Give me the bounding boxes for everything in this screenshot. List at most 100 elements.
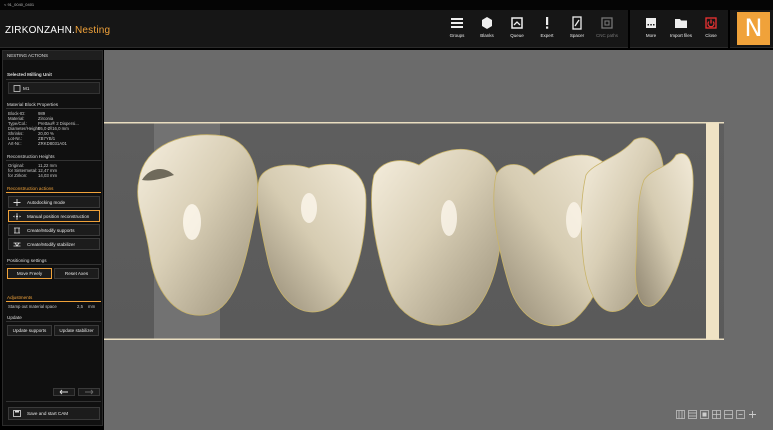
manual-position-label: Manual position reconstruction: [27, 214, 90, 219]
import-files-button[interactable]: Import files: [666, 14, 696, 46]
window-titlebar: < 91_0040_0401: [0, 0, 773, 10]
cnc-paths-label: CNC paths: [595, 33, 618, 38]
more-button[interactable]: More: [636, 14, 666, 46]
undo-icon: [59, 389, 68, 395]
brand-main: ZIRKONZAHN.: [5, 25, 75, 36]
cnc-paths-button[interactable]: CNC paths: [592, 14, 622, 46]
divider: [6, 160, 101, 161]
crown-highlight: [566, 202, 582, 238]
divider: [6, 108, 101, 109]
height-row: for Zirkon: 14,03 mm: [8, 173, 58, 178]
crown-highlight: [183, 204, 201, 240]
reset-axes-button[interactable]: Reset Axes: [54, 268, 99, 279]
expert-label: Expert: [540, 33, 554, 38]
cnc-paths-icon: [601, 17, 613, 29]
window-title: < 91_0040_0401: [4, 2, 35, 7]
crown-highlight: [441, 200, 457, 236]
groups-label: Groups: [449, 33, 465, 38]
queue-button[interactable]: Queue: [502, 14, 532, 46]
toolbar-divider: [628, 10, 630, 48]
crown-highlight: [301, 193, 317, 223]
panel-header: NESTING ACTIONS: [3, 51, 102, 60]
milling-unit-value: M1: [23, 86, 30, 91]
recon-actions-title: Reconstruction actions: [7, 186, 54, 191]
spacer-label: Spacer: [569, 33, 585, 38]
groups-button[interactable]: Groups: [442, 14, 472, 46]
stamp-out-label: Stamp out material space: [8, 304, 57, 309]
more-label: More: [645, 33, 657, 38]
nesting-logo-tile: N: [737, 12, 770, 45]
stabilizer-label: Create/Modify stabilizer: [27, 242, 75, 247]
undo-button[interactable]: [53, 388, 75, 396]
zoom-out-icon[interactable]: [736, 410, 745, 419]
list-icon: [451, 18, 463, 28]
update-supports-button[interactable]: Update supports: [7, 325, 52, 336]
material-row: Art-Nr.: ZRKD8031A01: [8, 141, 67, 146]
queue-label: Queue: [510, 33, 524, 38]
blanks-button[interactable]: Blanks: [472, 14, 502, 46]
redo-icon: [85, 389, 94, 395]
close-button[interactable]: Close: [696, 14, 726, 46]
view-grid-icon[interactable]: [712, 410, 721, 419]
blank-disc-icon: [482, 17, 492, 29]
divider: [6, 192, 101, 193]
move-icon: [13, 213, 21, 220]
autodocking-button[interactable]: Autodocking mode: [8, 196, 100, 208]
update-stabilizer-button[interactable]: Update stabilizer: [54, 325, 99, 336]
expert-button[interactable]: Expert: [532, 14, 562, 46]
top-toolbar: ZIRKONZAHN.Nesting Groups Blanks Queue E…: [0, 10, 773, 48]
nesting-3d-viewport[interactable]: [104, 50, 773, 430]
redo-button[interactable]: [78, 388, 100, 396]
toolbar-divider: [728, 10, 730, 48]
stamp-out-value[interactable]: 2,5: [77, 304, 83, 309]
divider: [6, 321, 101, 322]
supports-icon: [14, 227, 20, 234]
stamp-out-unit: mm: [88, 304, 96, 309]
spacer-icon: [572, 16, 582, 30]
queue-icon: [511, 17, 523, 29]
brand-accent: Nesting: [74, 25, 111, 36]
stabilizer-icon: [13, 242, 21, 247]
supports-label: Create/Modify supports: [27, 228, 75, 233]
zoom-in-icon[interactable]: [748, 410, 757, 419]
spacer-button[interactable]: Spacer: [562, 14, 592, 46]
divider: [6, 301, 101, 302]
close-label: Close: [705, 33, 717, 38]
milling-unit-icon: [13, 85, 21, 92]
autodocking-label: Autodocking mode: [27, 200, 66, 205]
material-title: Material Block Properties: [7, 102, 59, 107]
blank-end-cap: [706, 123, 719, 339]
blank-crowns-view: [104, 122, 724, 340]
milling-unit-title: Selected Milling Unit: [7, 72, 52, 77]
view-single-icon[interactable]: [700, 410, 709, 419]
save-start-cam-label: Save and start CAM: [27, 411, 69, 416]
more-icon: [646, 18, 656, 28]
crosshair-icon: [13, 199, 21, 206]
blanks-label: Blanks: [480, 33, 494, 38]
folder-icon: [675, 19, 687, 28]
blank-bottom-edge: [104, 338, 724, 340]
save-icon: [13, 410, 21, 417]
milling-unit-field[interactable]: M1: [8, 82, 100, 94]
nesting-actions-panel: NESTING ACTIONS Selected Milling Unit M1…: [2, 50, 103, 426]
view-split-icon[interactable]: [724, 410, 733, 419]
adjustments-title: Adjustments: [7, 295, 33, 300]
blank-top-edge: [104, 122, 724, 124]
exclamation-icon: [546, 17, 549, 29]
app-logo: ZIRKONZAHN.Nesting: [5, 25, 110, 36]
view-columns-icon[interactable]: [676, 410, 685, 419]
supports-button[interactable]: Create/Modify supports: [8, 224, 100, 236]
import-files-label: Import files: [669, 33, 692, 38]
power-icon: [705, 17, 717, 29]
view-rows-icon[interactable]: [688, 410, 697, 419]
manual-position-button[interactable]: Manual position reconstruction: [8, 210, 100, 222]
save-start-cam-button[interactable]: Save and start CAM: [8, 407, 100, 420]
stamp-out-row: Stamp out material space: [8, 304, 57, 309]
divider: [6, 79, 101, 80]
stabilizer-button[interactable]: Create/Modify stabilizer: [8, 238, 100, 250]
divider: [6, 401, 101, 402]
positioning-title: Positioning settings: [7, 258, 47, 263]
update-title: Update: [7, 315, 22, 320]
divider: [6, 264, 101, 265]
move-freely-button[interactable]: Move Freely: [7, 268, 52, 279]
